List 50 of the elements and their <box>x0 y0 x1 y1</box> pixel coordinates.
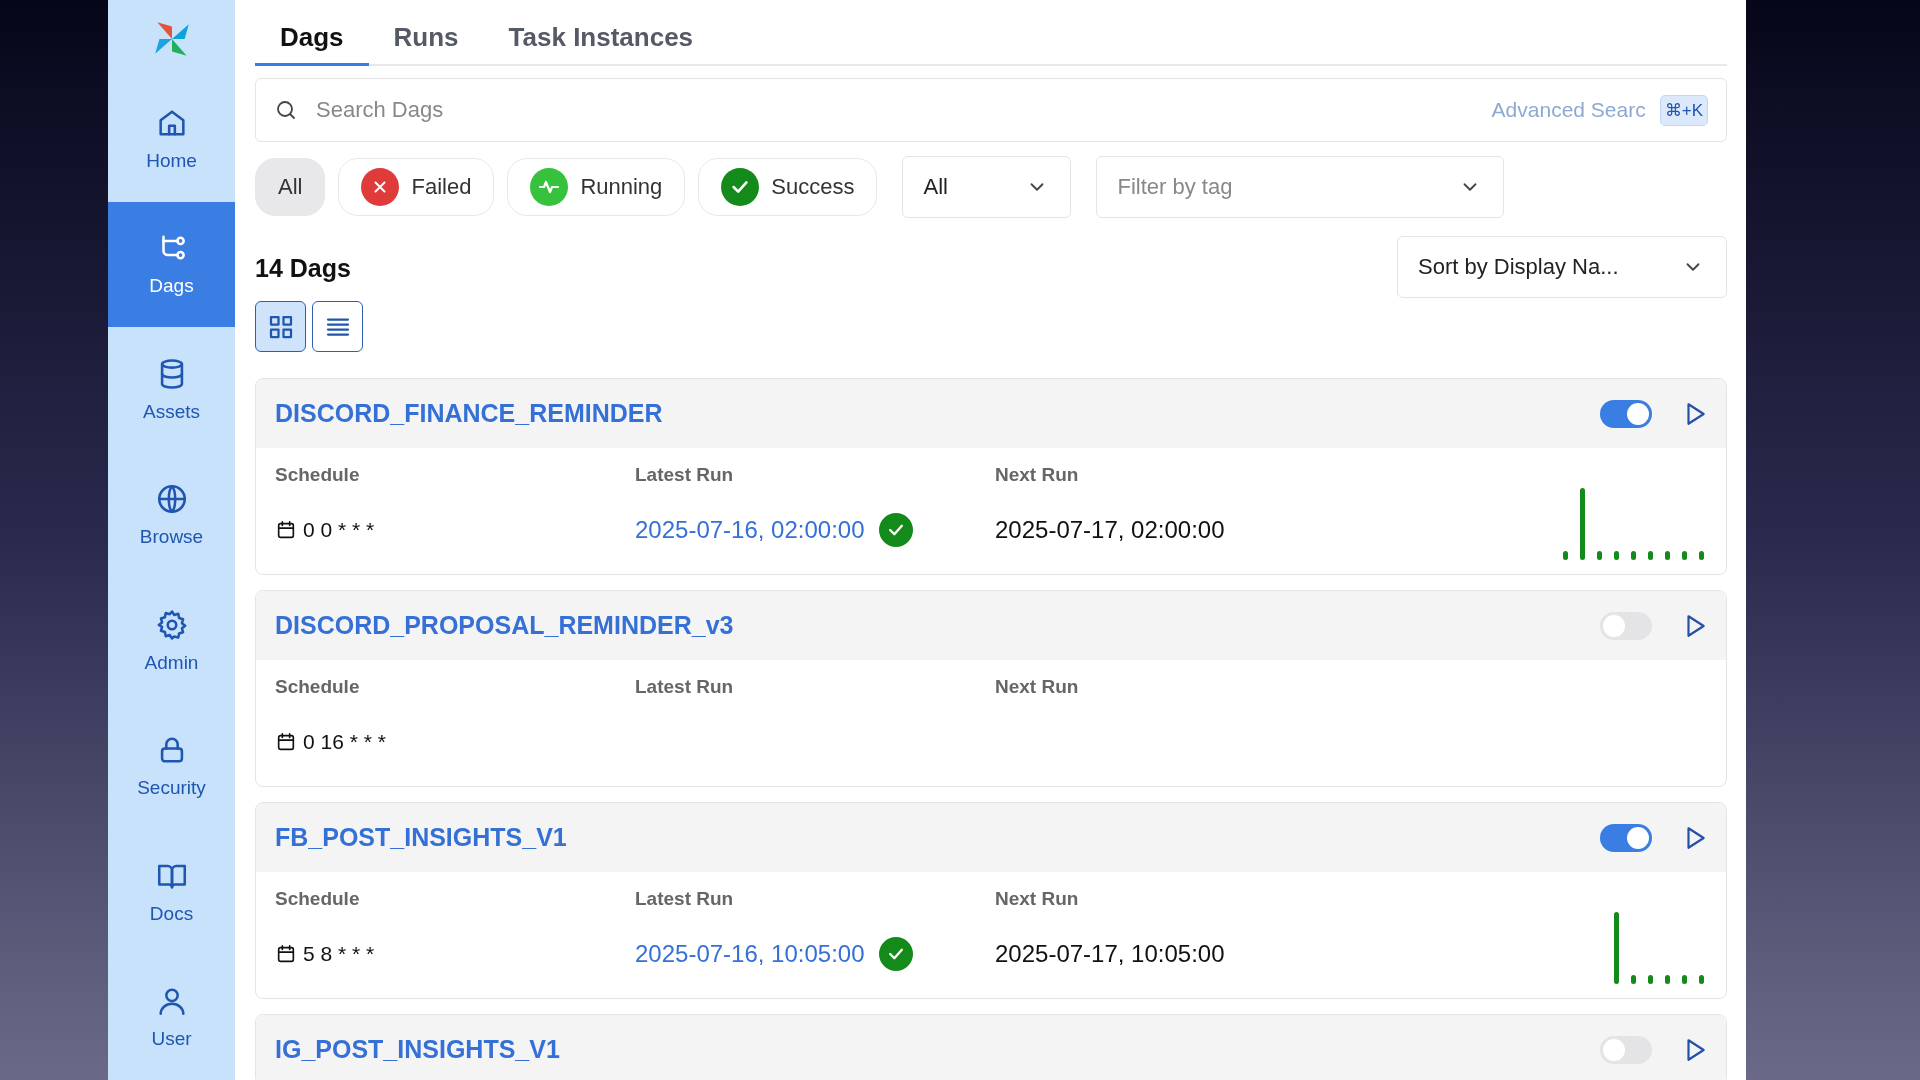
dag-count: 14 Dags <box>255 254 352 283</box>
latest-run-link[interactable]: 2025-07-16, 02:00:00 <box>635 516 865 544</box>
next-run-text: 2025-07-17, 10:05:00 <box>995 940 1225 968</box>
pause-toggle[interactable] <box>1600 1035 1652 1064</box>
sort-dropdown[interactable]: Sort by Display Na... <box>1397 236 1727 298</box>
sidebar-item[interactable]: Security <box>108 703 235 829</box>
tag-filter-dropdown[interactable]: Filter by tag <box>1096 156 1505 218</box>
tab[interactable]: Dags <box>255 16 369 66</box>
field-label: Schedule <box>275 675 361 698</box>
error-icon <box>361 168 400 206</box>
tab[interactable]: Runs <box>368 16 484 66</box>
grid-view-button[interactable] <box>255 301 306 352</box>
search-field[interactable]: Search Dags Advanced Searc ⌘+K <box>255 78 1727 142</box>
calendar-icon <box>275 519 297 541</box>
pause-toggle[interactable] <box>1600 399 1652 428</box>
paused-dropdown[interactable]: All <box>902 156 1072 218</box>
check-icon <box>721 168 760 206</box>
calendar-icon <box>275 731 297 753</box>
state-filter[interactable]: Running <box>507 158 686 216</box>
pause-toggle[interactable] <box>1600 823 1652 852</box>
field-label: Next Run <box>995 675 1080 698</box>
sidebar-item[interactable]: Admin <box>108 578 235 704</box>
sidebar-item[interactable]: Browse <box>108 452 235 578</box>
next-run-text: 2025-07-17, 02:00:00 <box>995 516 1225 544</box>
schedule-text: 0 16 * * * <box>303 730 386 754</box>
state-filter[interactable]: All <box>255 158 326 216</box>
tab[interactable]: Task Instances <box>483 16 719 66</box>
sidebar-item[interactable]: Home <box>108 76 235 202</box>
field-label: Next Run <box>995 463 1080 486</box>
field-label: Latest Run <box>635 463 735 486</box>
field-label: Schedule <box>275 463 361 486</box>
state-filter[interactable]: Failed <box>338 158 495 216</box>
sidebar-item[interactable]: User <box>108 954 235 1080</box>
field-label: Next Run <box>995 887 1080 910</box>
field-label: Schedule <box>275 887 361 910</box>
sidebar-item[interactable]: Assets <box>108 327 235 453</box>
latest-run-link[interactable]: 2025-07-16, 10:05:00 <box>635 940 865 968</box>
state-filter[interactable]: Success <box>698 158 878 216</box>
calendar-icon <box>275 943 297 965</box>
list-view-button[interactable] <box>312 301 363 352</box>
field-label: Latest Run <box>635 887 735 910</box>
schedule-text: 5 8 * * * <box>303 942 375 966</box>
search-icon <box>274 98 298 122</box>
field-label: Latest Run <box>635 675 735 698</box>
shortcut-key: ⌘+K <box>1659 94 1708 126</box>
sidebar-item[interactable]: Docs <box>108 829 235 955</box>
pause-toggle[interactable] <box>1600 611 1652 640</box>
sidebar-item[interactable]: Dags <box>108 201 235 327</box>
schedule-text: 0 0 * * * <box>303 518 375 542</box>
pulse-icon <box>530 168 569 206</box>
